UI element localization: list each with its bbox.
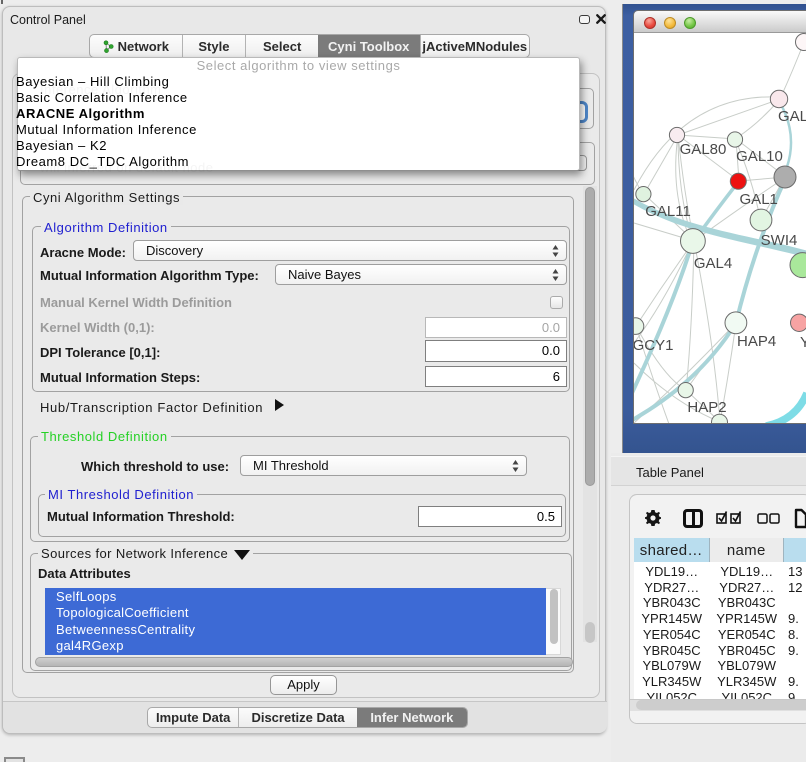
svg-text:GAL4: GAL4	[694, 255, 732, 272]
svg-text:HAP2: HAP2	[687, 399, 726, 416]
svg-text:GAL2: GAL2	[778, 108, 806, 125]
svg-text:Y: Y	[800, 334, 806, 351]
svg-text:GAL10: GAL10	[736, 148, 783, 165]
svg-text:GCY1: GCY1	[634, 337, 673, 354]
svg-text:GAL11: GAL11	[645, 203, 691, 220]
svg-text:GAL1: GAL1	[740, 191, 778, 208]
svg-text:GAL80: GAL80	[680, 141, 727, 158]
svg-text:SWI4: SWI4	[761, 232, 798, 249]
svg-text:HAP4: HAP4	[737, 333, 776, 350]
